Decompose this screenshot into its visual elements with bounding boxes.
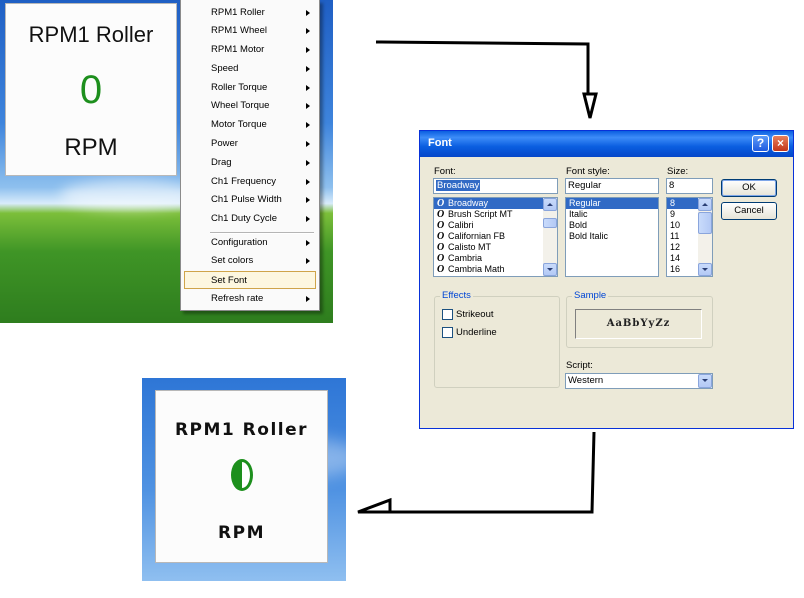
menu-item-roller-torque[interactable]: Roller Torque [184,79,316,97]
rpm-gauge-widget-restyled[interactable]: RPM1 Roller 0 RPM [155,390,328,563]
submenu-arrow-icon [306,296,310,302]
truetype-icon: O [437,242,445,253]
menu-item-power[interactable]: Power [184,135,316,153]
font-name-value: Broadway [436,180,481,191]
menu-item-rpm1-wheel[interactable]: RPM1 Wheel [184,22,316,40]
style-list-item[interactable]: Regular [566,198,658,209]
submenu-arrow-icon [306,179,310,185]
scroll-up-icon[interactable] [543,198,557,211]
script-value: Western [568,375,604,386]
script-select[interactable]: Western [565,373,713,389]
menu-item-configuration[interactable]: Configuration [184,234,316,252]
submenu-arrow-icon [306,258,310,264]
scroll-down-icon[interactable] [698,263,712,276]
arrow-to-result [357,431,596,514]
submenu-arrow-icon [306,240,310,246]
truetype-icon: O [437,231,445,242]
style-list-item[interactable]: Bold [566,220,658,231]
menu-item-rpm1-roller[interactable]: RPM1 Roller [184,4,316,22]
gauge-value-glyph: 0 [231,459,253,491]
submenu-arrow-icon [306,103,310,109]
submenu-arrow-icon [306,10,310,16]
menu-item-refresh-rate[interactable]: Refresh rate [184,290,316,308]
menu-item-speed[interactable]: Speed [184,60,316,78]
size-list[interactable]: 8 9 10 11 12 14 16 [666,197,713,277]
submenu-arrow-icon [306,66,310,72]
font-list[interactable]: O Broadway O Brush Script MT O Calibri O Cal… [433,197,558,277]
font-style-list[interactable]: Regular Italic Bold Bold Italic [565,197,659,277]
font-list-scrollbar[interactable] [543,198,557,276]
truetype-icon: O [437,209,445,220]
font-list-item[interactable]: O Californian FB [434,231,557,242]
font-list-item[interactable]: O Brush Script MT [434,209,557,220]
truetype-icon: O [437,198,445,209]
arrow-to-dialog [375,40,598,119]
truetype-icon: O [437,220,445,231]
truetype-icon: O [437,253,445,264]
underline-checkbox[interactable] [442,327,453,338]
menu-item-ch1-pulse-width[interactable]: Ch1 Pulse Width [184,191,316,209]
menu-item-ch1-frequency[interactable]: Ch1 Frequency [184,173,316,191]
truetype-icon: O [437,264,445,275]
font-style-input[interactable]: Regular [565,178,659,194]
scroll-thumb[interactable] [698,212,712,234]
size-label: Size: [667,166,689,177]
context-menu: RPM1 Roller RPM1 Wheel RPM1 Motor Speed … [180,0,320,311]
desktop-background-bottom: RPM1 Roller 0 RPM [142,378,346,581]
desktop-background-top: RPM1 Roller 0 RPM RPM1 Roller RPM1 Wheel… [0,0,333,323]
submenu-arrow-icon [306,160,310,166]
style-list-item[interactable]: Italic [566,209,658,220]
font-list-item[interactable]: O Calisto MT [434,242,557,253]
font-list-item[interactable]: O Calibri [434,220,557,231]
submenu-arrow-icon [306,197,310,203]
font-name-input[interactable]: Broadway [433,178,558,194]
size-list-scrollbar[interactable] [698,198,712,276]
menu-item-wheel-torque[interactable]: Wheel Torque [184,97,316,115]
submenu-arrow-icon [306,216,310,222]
menu-item-rpm1-motor[interactable]: RPM1 Motor [184,41,316,59]
submenu-arrow-icon [306,141,310,147]
effects-group-title: Effects [440,290,473,301]
size-input[interactable]: 8 [666,178,713,194]
gauge-title: RPM1 Roller [28,22,154,47]
dialog-titlebar[interactable]: Font ? × [420,131,793,157]
menu-item-motor-torque[interactable]: Motor Torque [184,116,316,134]
menu-item-set-font[interactable]: Set Font [184,271,316,289]
style-list-item[interactable]: Bold Italic [566,231,658,242]
submenu-arrow-icon [306,85,310,91]
cloud-decoration [60,180,200,210]
menu-item-drag[interactable]: Drag [184,154,316,172]
gauge-unit: RPM [64,134,118,161]
font-style-label: Font style: [566,166,610,177]
chevron-down-icon[interactable] [698,374,712,388]
submenu-arrow-icon [306,122,310,128]
sample-preview: AaBbYyZz [575,309,702,339]
gauge-value: 0 [79,68,103,112]
help-button[interactable]: ? [752,135,769,152]
ok-button[interactable]: OK [721,179,777,197]
sample-group-title: Sample [572,290,609,301]
gauge-unit: RPM [218,523,265,543]
submenu-arrow-icon [306,47,310,53]
strikeout-checkbox[interactable] [442,309,453,320]
underline-label: Underline [456,327,497,338]
scroll-up-icon[interactable] [698,198,712,211]
scroll-thumb[interactable] [543,218,557,228]
rpm-gauge-widget[interactable]: RPM1 Roller 0 RPM [5,3,177,176]
script-label: Script: [566,360,593,371]
gauge-title: RPM1 Roller [174,420,309,440]
dialog-title: Font [428,137,452,149]
cancel-button[interactable]: Cancel [721,202,777,220]
font-list-item[interactable]: O Broadway [434,198,557,209]
menu-item-ch1-duty-cycle[interactable]: Ch1 Duty Cycle [184,210,316,228]
submenu-arrow-icon [306,28,310,34]
font-dialog: Font ? × Font: Broadway O Broadway O Brush… [419,130,794,429]
font-label: Font: [434,166,456,177]
font-list-item[interactable]: O Cambria [434,253,557,264]
scroll-down-icon[interactable] [543,263,557,276]
menu-item-set-colors[interactable]: Set colors [184,252,316,270]
close-button[interactable]: × [772,135,789,152]
font-list-item[interactable]: O Cambria Math [434,264,557,275]
strikeout-label: Strikeout [456,309,494,320]
